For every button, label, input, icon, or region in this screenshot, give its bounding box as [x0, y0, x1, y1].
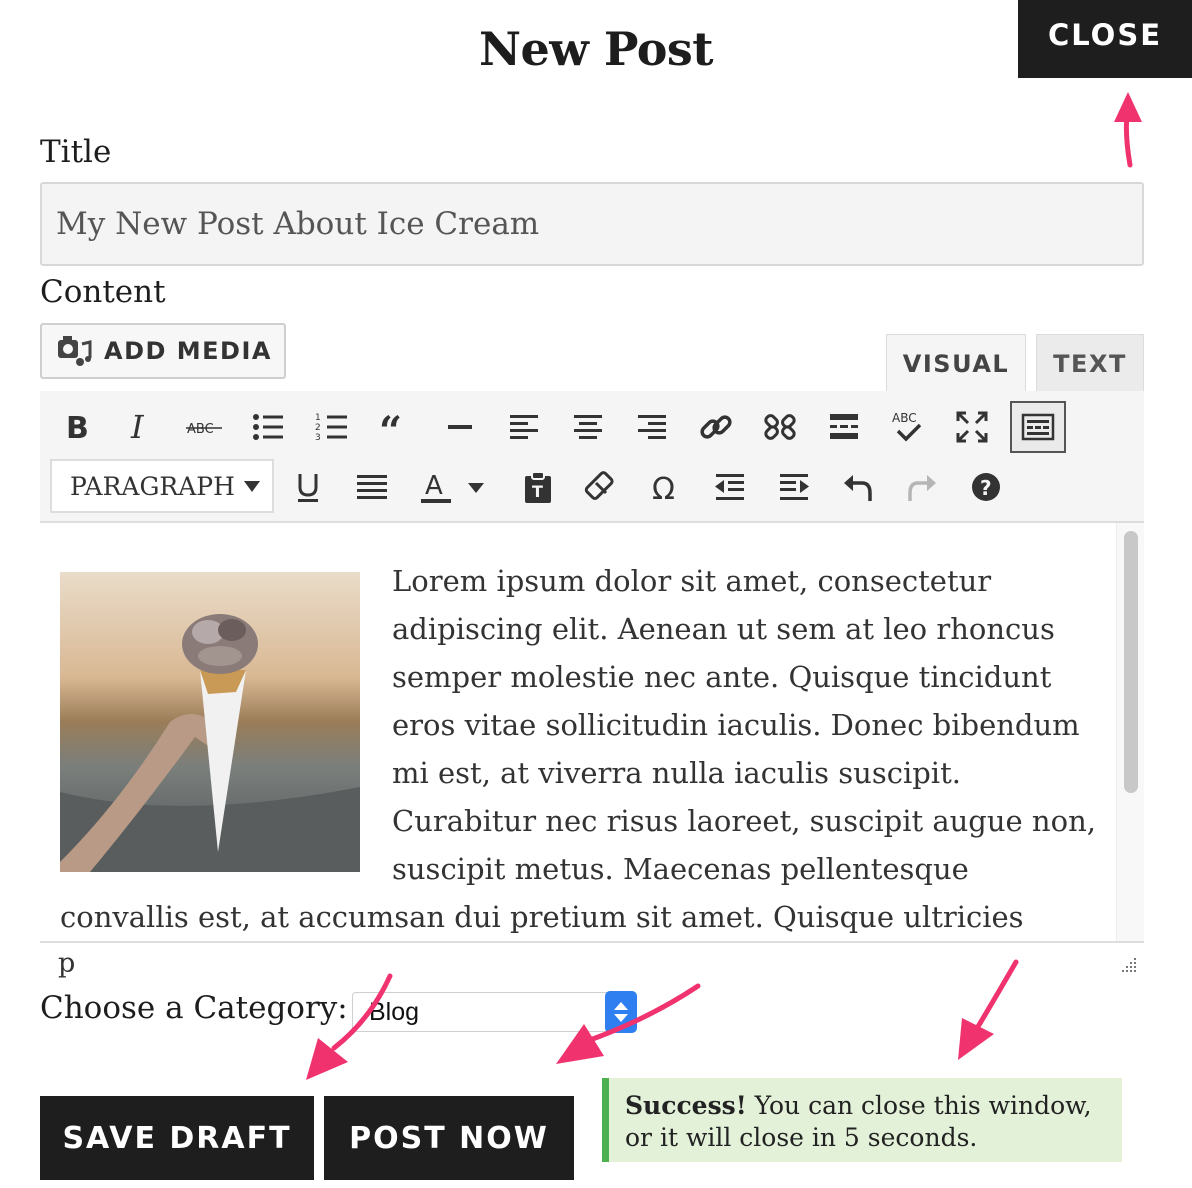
- notice-line2: or it will close in 5 seconds.: [625, 1123, 978, 1152]
- undo-icon[interactable]: [838, 467, 878, 507]
- format-select-value: PARAGRAPH: [70, 471, 235, 501]
- special-character-icon[interactable]: Ω: [646, 467, 686, 507]
- bullet-list-icon[interactable]: [248, 407, 288, 447]
- justify-icon[interactable]: [352, 467, 392, 507]
- chevron-down-icon: [244, 481, 260, 492]
- italic-icon[interactable]: I: [120, 407, 160, 447]
- svg-text:T: T: [532, 482, 543, 501]
- add-media-label: ADD MEDIA: [104, 337, 272, 365]
- paste-text-icon[interactable]: T: [518, 467, 558, 507]
- horizontal-rule-icon[interactable]: [440, 407, 480, 447]
- indent-icon[interactable]: [774, 467, 814, 507]
- align-center-icon[interactable]: [568, 407, 608, 447]
- align-right-icon[interactable]: [632, 407, 672, 447]
- title-label: Title: [40, 134, 112, 170]
- svg-text:ABC: ABC: [892, 411, 917, 425]
- link-icon[interactable]: [696, 407, 736, 447]
- svg-text:A: A: [425, 471, 443, 501]
- notice-line1: You can close this window,: [746, 1091, 1092, 1120]
- redo-icon[interactable]: [902, 467, 942, 507]
- svg-text:1: 1: [315, 413, 321, 423]
- blockquote-icon[interactable]: “: [376, 407, 416, 447]
- svg-text:I: I: [130, 409, 145, 445]
- unlink-icon[interactable]: [760, 407, 800, 447]
- editor-toolbar: B I ABC 123 “ ABC PARAGRAPH A T Ω ?: [40, 391, 1144, 523]
- category-select-value: Blog: [369, 997, 420, 1026]
- arrow-to-notice-icon: [958, 959, 1019, 1060]
- editor-scrollbar[interactable]: [1116, 523, 1144, 941]
- title-input-value: My New Post About Ice Cream: [56, 206, 540, 242]
- text-color-dropdown-icon[interactable]: [464, 467, 488, 507]
- svg-text:3: 3: [315, 433, 321, 443]
- post-now-button[interactable]: POST NOW: [324, 1096, 574, 1180]
- element-path: p: [58, 948, 76, 979]
- text-color-icon[interactable]: A: [416, 467, 456, 507]
- editor-scrollbar-thumb[interactable]: [1124, 531, 1138, 793]
- post-body: Lorem ipsum dolor sit amet, consectetur …: [60, 557, 1100, 941]
- content-label: Content: [40, 274, 166, 310]
- svg-text:ABC: ABC: [187, 422, 214, 437]
- svg-text:?: ?: [980, 476, 992, 500]
- clear-formatting-icon[interactable]: [582, 467, 622, 507]
- arrow-to-close-icon: [1114, 92, 1142, 168]
- select-arrows-icon: [605, 991, 637, 1033]
- underline-icon[interactable]: [288, 467, 328, 507]
- add-media-button[interactable]: ADD MEDIA: [40, 323, 286, 379]
- bold-icon[interactable]: B: [56, 407, 96, 447]
- resize-handle-icon[interactable]: [1116, 954, 1138, 976]
- close-button[interactable]: CLOSE: [1018, 0, 1192, 78]
- strikethrough-icon[interactable]: ABC: [184, 407, 224, 447]
- svg-text:B: B: [66, 411, 89, 445]
- category-select[interactable]: Blog: [352, 991, 637, 1033]
- help-icon[interactable]: ?: [966, 467, 1006, 507]
- format-select[interactable]: PARAGRAPH: [50, 459, 274, 513]
- fullscreen-icon[interactable]: [952, 407, 992, 447]
- numbered-list-icon[interactable]: 123: [312, 407, 352, 447]
- tab-text[interactable]: TEXT: [1036, 334, 1144, 392]
- svg-text:“: “: [379, 409, 402, 445]
- spellcheck-icon[interactable]: ABC: [888, 407, 928, 447]
- read-more-icon[interactable]: [824, 407, 864, 447]
- notice-strong: Success!: [625, 1091, 747, 1120]
- outdent-icon[interactable]: [710, 467, 750, 507]
- svg-text:2: 2: [315, 423, 321, 433]
- category-label: Choose a Category:: [40, 990, 348, 1026]
- ice-cream-image: [60, 572, 360, 872]
- editor-content-area[interactable]: Lorem ipsum dolor sit amet, consectetur …: [40, 523, 1144, 943]
- save-draft-button[interactable]: SAVE DRAFT: [40, 1096, 314, 1180]
- align-left-icon[interactable]: [504, 407, 544, 447]
- title-input[interactable]: My New Post About Ice Cream: [40, 182, 1144, 266]
- svg-text:Ω: Ω: [652, 472, 675, 505]
- tab-visual[interactable]: VISUAL: [886, 334, 1026, 392]
- page-title: New Post: [478, 22, 714, 76]
- media-icon: [58, 336, 92, 366]
- kitchen-sink-icon[interactable]: [1010, 401, 1066, 453]
- success-notice: Success! You can close this window, or i…: [602, 1078, 1122, 1162]
